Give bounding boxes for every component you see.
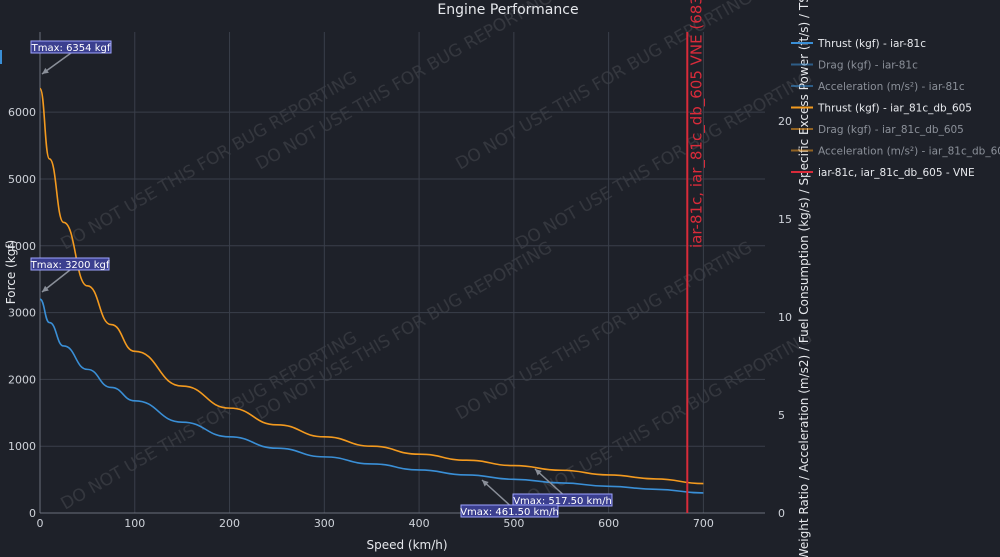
chart-title: Engine Performance <box>437 2 578 18</box>
left-edge-accent <box>0 50 2 64</box>
watermark-text-3: DO NOT USE THIS FOR BUG REPORTING <box>253 0 556 174</box>
legend-item-3[interactable]: Thrust (kgf) - iar_81c_db_605 <box>791 103 972 115</box>
legend-label-4: Drag (kgf) - iar_81c_db_605 <box>818 124 964 136</box>
annotation-0: Tmax: 6354 kgf <box>30 40 112 75</box>
x-tick-label-3: 300 <box>314 517 335 530</box>
x-tick-label-2: 200 <box>219 517 240 530</box>
y2-tick-label-2: 10 <box>778 311 792 324</box>
x-tick-label-1: 100 <box>124 517 145 530</box>
x-tick-label-4: 400 <box>409 517 430 530</box>
legend-label-3: Thrust (kgf) - iar_81c_db_605 <box>817 103 972 115</box>
x-tick-label-0: 0 <box>37 517 44 530</box>
y2-tick-label-4: 20 <box>778 115 792 128</box>
legend-label-6: iar-81c, iar_81c_db_605 - VNE <box>818 167 975 179</box>
y2-axis-title: -Weight Ratio / Acceleration (m/s2) / Fu… <box>797 0 811 557</box>
x-axis-title: Speed (km/h) <box>366 538 447 552</box>
annotation-1: Tmax: 3200 kgf <box>30 257 110 293</box>
annotation-text-0: Tmax: 6354 kgf <box>31 43 111 54</box>
legend-label-1: Drag (kgf) - iar-81c <box>818 60 918 72</box>
watermark-text-1: DO NOT USE THIS FOR BUG REPORTING <box>58 68 361 255</box>
legend-label-5: Acceleration (m/s²) - iar_81c_db_605 <box>818 146 1000 158</box>
grid-lines <box>39 32 765 514</box>
legend-item-5[interactable]: Acceleration (m/s²) - iar_81c_db_605 <box>791 146 1000 158</box>
x-tick-label-7: 700 <box>693 517 714 530</box>
x-tick-label-5: 500 <box>503 517 524 530</box>
y2-tick-label-1: 5 <box>778 409 785 422</box>
y-tick-label-0: 0 <box>29 507 36 520</box>
x-tick-label-6: 600 <box>598 517 619 530</box>
series-layer <box>39 87 704 494</box>
watermark-text-0: DO NOT USE THIS FOR BUG REPORTING <box>58 328 361 515</box>
engine-performance-chart: DO NOT USE THIS FOR BUG REPORTINGDO NOT … <box>0 0 1000 557</box>
legend: Thrust (kgf) - iar-81c Drag (kgf) - iar-8… <box>0 38 1000 179</box>
y-axis-title: Force (kgf) <box>4 240 18 304</box>
y2-tick-label-3: 15 <box>778 213 792 226</box>
legend-item-6[interactable]: iar-81c, iar_81c_db_605 - VNE <box>791 167 975 179</box>
annotation-text-1: Tmax: 3200 kgf <box>30 260 110 271</box>
legend-label-2: Acceleration (m/s²) - iar-81c <box>818 81 965 93</box>
y-tick-label-5: 5000 <box>8 173 36 186</box>
y2-tick-label-0: 0 <box>778 507 785 520</box>
legend-item-0[interactable]: Thrust (kgf) - iar-81c <box>791 38 926 50</box>
legend-label-0: Thrust (kgf) - iar-81c <box>817 38 926 50</box>
y-tick-label-3: 3000 <box>8 307 36 320</box>
legend-item-2[interactable]: Acceleration (m/s²) - iar-81c <box>791 81 965 93</box>
legend-item-4[interactable]: Drag (kgf) - iar_81c_db_605 <box>791 124 964 136</box>
y-tick-label-2: 2000 <box>8 373 36 386</box>
series-line-3 <box>39 87 704 485</box>
vne-label: iar-81c, iar_81c_db_605 VNE (683. <box>687 0 706 248</box>
annotation-arrow-head-0 <box>42 67 49 74</box>
y-tick-label-6: 6000 <box>8 106 36 119</box>
y-tick-label-1: 1000 <box>8 440 36 453</box>
